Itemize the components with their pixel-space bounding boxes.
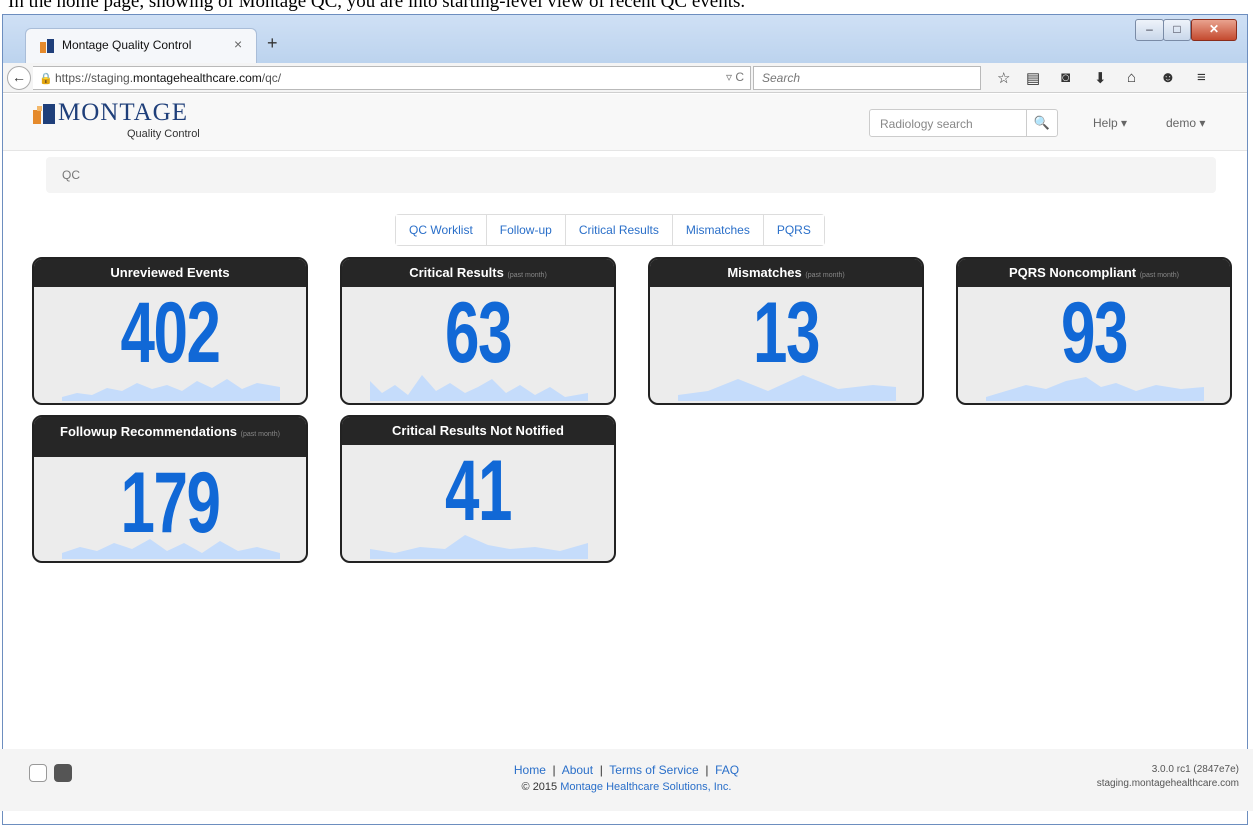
search-icon[interactable]: 🔍: [1026, 109, 1058, 137]
tile-title: Critical Results Not Notified: [342, 417, 614, 445]
footer-link-faq[interactable]: FAQ: [715, 763, 739, 777]
tile-title: PQRS Noncompliant (past month): [958, 259, 1230, 287]
sparkline: [986, 377, 1204, 401]
reading-list-icon[interactable]: ▤: [1026, 69, 1040, 87]
url-text: https://staging.montagehealthcare.com/qc…: [55, 71, 282, 85]
tile-title: Critical Results (past month): [342, 259, 614, 287]
footer-link-home[interactable]: Home: [514, 763, 546, 777]
home-icon[interactable]: ⌂: [1127, 69, 1136, 86]
bookmark-star-icon[interactable]: ☆: [997, 69, 1010, 87]
radiology-search-placeholder: Radiology search: [880, 117, 973, 131]
version-number: 3.0.0 rc1 (2847e7e): [1151, 764, 1239, 775]
tab-close-icon[interactable]: ×: [234, 36, 242, 52]
tile-critical-results-not-notified[interactable]: Critical Results Not Notified 41: [340, 415, 616, 563]
pocket-icon[interactable]: ◙: [1061, 69, 1070, 86]
footer-links: Home | About | Terms of Service | FAQ: [513, 763, 740, 777]
app-logo[interactable]: MONTAGE: [58, 99, 188, 127]
nav-pill-follow-up[interactable]: Follow-up: [486, 215, 566, 245]
nav-pill-pqrs[interactable]: PQRS: [763, 215, 824, 245]
tile-value: 41: [444, 443, 512, 539]
montage-logo-icon: [33, 104, 55, 124]
tile-value: 63: [444, 285, 512, 381]
footer-link-about[interactable]: About: [562, 763, 593, 777]
lock-icon: 🔒: [39, 73, 53, 85]
sparkline: [678, 375, 896, 401]
download-icon[interactable]: ⬇: [1094, 69, 1107, 87]
sparkline: [62, 539, 280, 559]
hamburger-menu-icon[interactable]: ≡: [1197, 69, 1206, 86]
tile-title: Unreviewed Events: [34, 259, 306, 287]
document-caption: In the home page, showing of Montage QC,…: [0, 0, 1253, 14]
back-icon[interactable]: ←: [7, 66, 31, 90]
tile-value: 13: [752, 285, 820, 381]
nav-pill-critical-results[interactable]: Critical Results: [565, 215, 673, 245]
browser-search-placeholder: Search: [762, 71, 801, 85]
account-icon[interactable]: ☻: [1160, 69, 1176, 86]
breadcrumb: QC: [46, 157, 1216, 193]
host-name: staging.montagehealthcare.com: [1096, 778, 1239, 789]
browser-navbar: ← 🔒 https://staging.montagehealthcare.co…: [3, 63, 1247, 93]
nav-pill-qc-worklist[interactable]: QC Worklist: [396, 215, 487, 245]
app-header: MONTAGE Quality Control Radiology search…: [3, 94, 1247, 151]
tile-title: Followup Recommendations (past month): [34, 417, 306, 457]
qc-nav-pills: QC Worklist Follow-up Critical Results M…: [395, 214, 825, 246]
reload-icon[interactable]: ▿ C: [726, 70, 744, 84]
footer-copyright: © 2015 Montage Healthcare Solutions, Inc…: [521, 781, 732, 793]
tile-value: 93: [1060, 285, 1128, 381]
tab-title: Montage Quality Control: [62, 38, 192, 52]
footer-link-terms[interactable]: Terms of Service: [609, 763, 698, 777]
tile-critical-results[interactable]: Critical Results (past month) 63: [340, 257, 616, 405]
sparkline: [62, 379, 280, 401]
user-menu[interactable]: demo ▾: [1166, 116, 1205, 130]
sparkline: [370, 535, 588, 559]
close-window-button[interactable]: ✕: [1191, 19, 1237, 41]
version-info: 3.0.0 rc1 (2847e7e) staging.montagehealt…: [1097, 763, 1239, 791]
montage-favicon-icon: [40, 39, 54, 53]
browser-titlebar: Montage Quality Control × + – □ ✕: [3, 15, 1247, 63]
maximize-button[interactable]: □: [1163, 19, 1191, 41]
sparkline: [370, 375, 588, 401]
tile-title: Mismatches (past month): [650, 259, 922, 287]
nav-pill-mismatches[interactable]: Mismatches: [672, 215, 764, 245]
tile-value: 402: [120, 285, 221, 381]
radiology-search-input[interactable]: Radiology search: [869, 109, 1027, 137]
page-footer: Home | About | Terms of Service | FAQ © …: [0, 749, 1253, 811]
tile-followup-recommendations[interactable]: Followup Recommendations (past month) 17…: [32, 415, 308, 563]
help-menu[interactable]: Help ▾: [1093, 116, 1127, 130]
breadcrumb-item: QC: [62, 168, 80, 182]
tile-mismatches[interactable]: Mismatches (past month) 13: [648, 257, 924, 405]
tile-unreviewed-events[interactable]: Unreviewed Events 402: [32, 257, 308, 405]
tile-pqrs-noncompliant[interactable]: PQRS Noncompliant (past month) 93: [956, 257, 1232, 405]
app-logo-subtitle: Quality Control: [127, 128, 200, 140]
minimize-button[interactable]: –: [1135, 19, 1164, 41]
browser-search-input[interactable]: Search: [753, 66, 981, 90]
browser-tab[interactable]: Montage Quality Control ×: [25, 28, 257, 63]
new-tab-button[interactable]: +: [267, 33, 278, 54]
url-bar[interactable]: 🔒 https://staging.montagehealthcare.com/…: [33, 66, 751, 90]
company-link[interactable]: Montage Healthcare Solutions, Inc.: [560, 781, 731, 793]
